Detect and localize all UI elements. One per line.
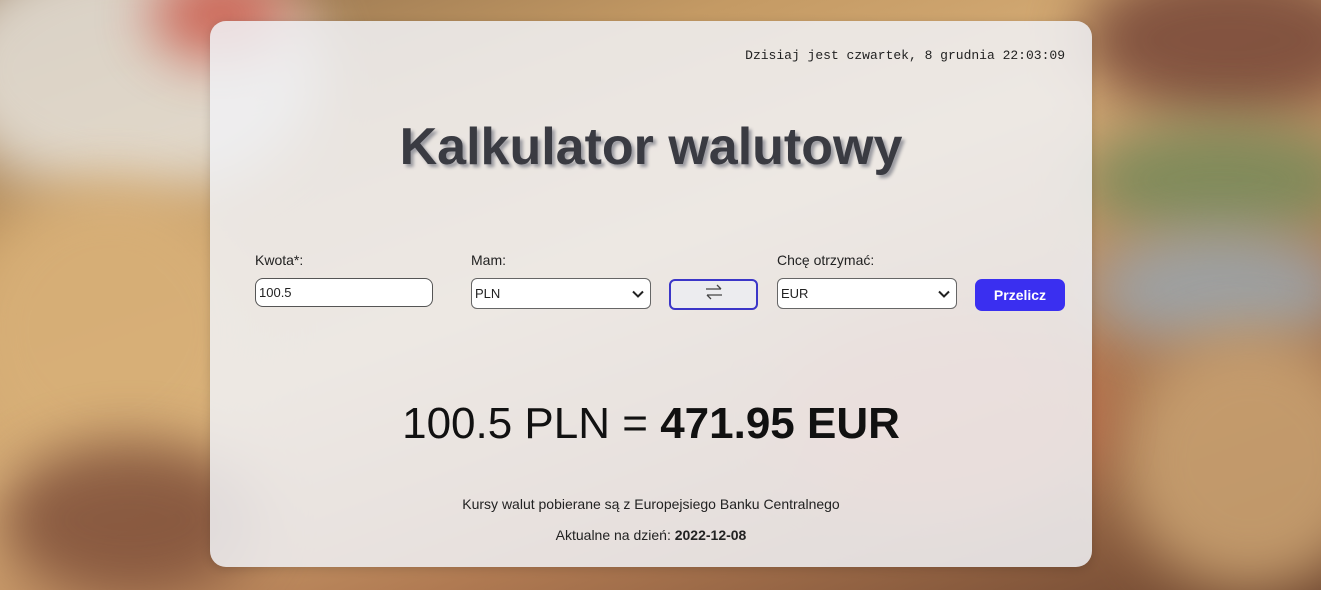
rates-updated: Aktualne na dzień: 2022-12-08 <box>210 527 1092 543</box>
result-from: 100.5 PLN = <box>402 399 648 448</box>
swap-arrows-icon <box>704 284 724 305</box>
page-title: Kalkulator walutowy <box>399 118 903 176</box>
updated-date: 2022-12-08 <box>674 527 747 543</box>
conversion-result: 100.5 PLN = 471.95 EUR <box>210 399 1092 449</box>
amount-label: Kwota*: <box>255 252 304 268</box>
amount-input[interactable] <box>255 278 433 307</box>
have-currency-label: Mam: <box>471 252 506 268</box>
calculate-button[interactable]: Przelicz <box>975 279 1065 311</box>
want-currency-label: Chcę otrzymać: <box>777 252 875 268</box>
swap-currencies-button[interactable] <box>669 279 758 310</box>
updated-label: Aktualne na dzień: <box>555 527 671 543</box>
rates-source-note: Kursy walut pobierane są z Europejsiego … <box>462 496 840 512</box>
chevron-down-icon <box>936 290 952 298</box>
have-currency-select[interactable]: PLN <box>471 278 651 309</box>
chevron-down-icon <box>630 290 646 298</box>
have-currency-value: PLN <box>475 286 501 301</box>
calculator-card: Dzisiaj jest czwartek, 8 grudnia 22:03:0… <box>210 21 1092 567</box>
want-currency-select[interactable]: EUR <box>777 278 957 309</box>
want-currency-value: EUR <box>781 286 809 301</box>
current-datetime: Dzisiaj jest czwartek, 8 grudnia 22:03:0… <box>745 48 1065 63</box>
result-to: 471.95 EUR <box>660 399 900 448</box>
